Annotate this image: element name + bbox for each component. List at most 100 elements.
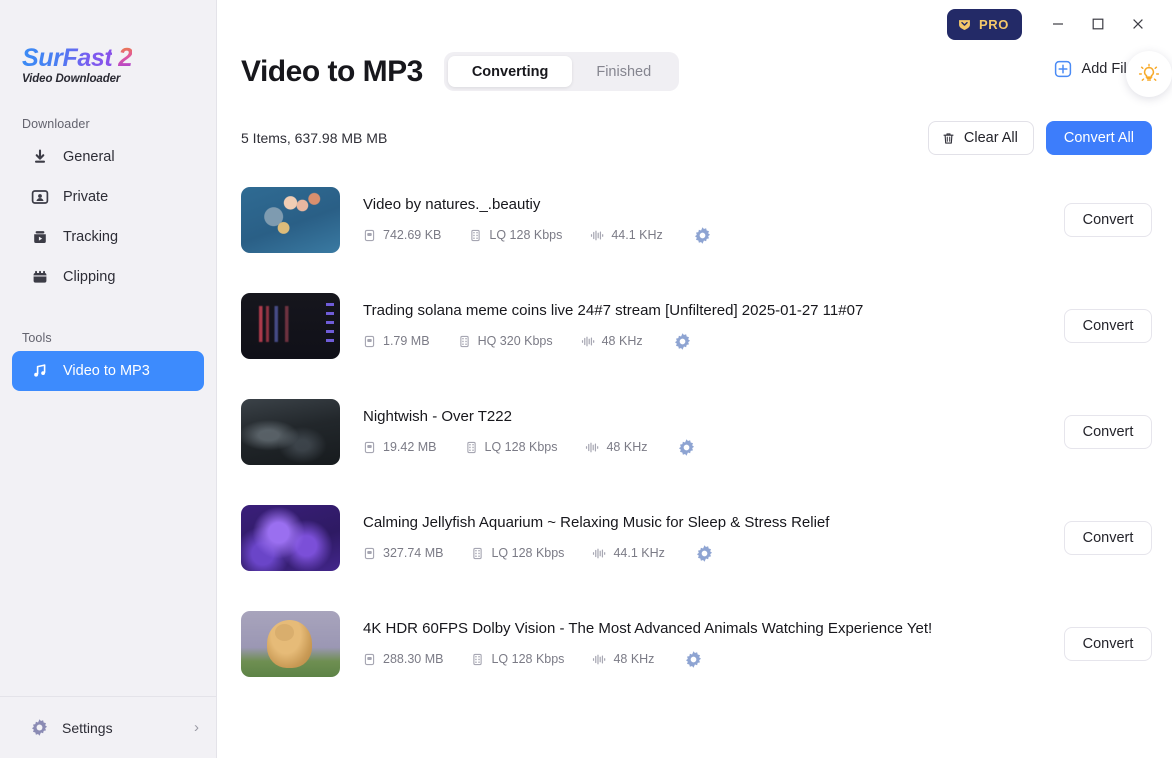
samplerate-meta: 48 KHz [585, 440, 647, 454]
app-window: SurFast 2 Video Downloader Downloader Ge… [0, 0, 1172, 758]
row-title: Calming Jellyfish Aquarium ~ Relaxing Mu… [363, 513, 830, 531]
sidebar-item-settings[interactable]: Settings › [0, 696, 217, 758]
row-settings-gear-icon[interactable] [695, 544, 714, 563]
sidebar-item-video-to-mp3-label: Video to MP3 [63, 363, 150, 379]
header-actions: Add Files [1044, 51, 1172, 97]
minimize-button[interactable] [1038, 6, 1078, 42]
waveform-icon [585, 441, 599, 454]
samplerate-meta: 48 KHz [581, 334, 643, 348]
row-title: 4K HDR 60FPS Dolby Vision - The Most Adv… [363, 619, 933, 637]
pro-upgrade-button[interactable]: PRO [947, 8, 1022, 40]
video-thumbnail [241, 611, 340, 677]
row-details: 4K HDR 60FPS Dolby Vision - The Most Adv… [363, 620, 1046, 669]
tab-finished[interactable]: Finished [572, 56, 675, 87]
sidebar-section-tools-label: Tools [22, 331, 52, 345]
list-toolbar-actions: Clear All Convert All [927, 121, 1152, 155]
file-size-icon [363, 335, 376, 348]
logo-brand-text: SurFast [22, 44, 113, 72]
convert-button[interactable]: Convert [1064, 627, 1152, 661]
file-size-meta: 742.69 KB [363, 228, 441, 242]
window-titlebar: PRO [217, 0, 1172, 48]
bitrate-value: LQ 128 Kbps [484, 440, 558, 454]
bitrate-value: LQ 128 Kbps [491, 652, 565, 666]
table-row[interactable]: Trading solana meme coins live 24#7 stre… [241, 273, 1152, 379]
sidebar-item-private[interactable]: Private [12, 177, 204, 217]
table-row[interactable]: 4K HDR 60FPS Dolby Vision - The Most Adv… [241, 591, 1152, 697]
row-settings-gear-icon[interactable] [677, 438, 696, 457]
clear-all-button[interactable]: Clear All [927, 121, 1034, 155]
bitrate-meta: LQ 128 Kbps [465, 440, 558, 454]
conversion-list: Video by natures._.beautiy 742.69 KB LQ … [217, 167, 1172, 697]
waveform-icon [592, 653, 606, 666]
waveform-icon [592, 547, 606, 560]
chevron-right-icon: › [194, 719, 199, 736]
row-title: Trading solana meme coins live 24#7 stre… [363, 301, 864, 319]
file-size-icon [363, 547, 376, 560]
film-strip-icon [458, 335, 471, 348]
samplerate-meta: 48 KHz [592, 652, 654, 666]
samplerate-value: 48 KHz [601, 334, 643, 348]
page-title: Video to MP3 [241, 54, 423, 88]
convert-button[interactable]: Convert [1064, 415, 1152, 449]
trash-icon [941, 131, 956, 146]
lightbulb-icon [1138, 63, 1160, 85]
sidebar-item-clipping[interactable]: Clipping [12, 257, 204, 297]
main-content: PRO Video to MP3 Converting Finished Add… [217, 0, 1172, 758]
file-size-meta: 327.74 MB [363, 546, 443, 560]
table-row[interactable]: Nightwish - Over T222 19.42 MB LQ 128 Kb… [241, 379, 1152, 485]
convert-button[interactable]: Convert [1064, 521, 1152, 555]
sidebar-item-tracking[interactable]: Tracking [12, 217, 204, 257]
convert-all-label: Convert All [1063, 130, 1134, 146]
private-person-icon [30, 188, 49, 207]
samplerate-meta: 44.1 KHz [590, 228, 663, 242]
row-title: Video by natures._.beautiy [363, 195, 541, 213]
bitrate-value: LQ 128 Kbps [491, 546, 565, 560]
sidebar-section-downloader-label: Downloader [22, 117, 90, 131]
bitrate-value: LQ 128 Kbps [489, 228, 563, 242]
video-thumbnail [241, 293, 340, 359]
file-size-icon [363, 229, 376, 242]
row-details: Trading solana meme coins live 24#7 stre… [363, 302, 1046, 351]
samplerate-value: 48 KHz [606, 440, 648, 454]
maximize-button[interactable] [1078, 6, 1118, 42]
waveform-icon [581, 335, 595, 348]
row-settings-gear-icon[interactable] [673, 332, 692, 351]
convert-all-button[interactable]: Convert All [1045, 121, 1152, 155]
video-thumbnail [241, 505, 340, 571]
file-size-value: 19.42 MB [383, 440, 437, 454]
tab-group: Converting Finished [443, 52, 680, 91]
file-size-value: 1.79 MB [383, 334, 430, 348]
row-settings-gear-icon[interactable] [684, 650, 703, 669]
items-summary: 5 Items, 637.98 MB MB [241, 130, 388, 146]
pro-crown-icon [957, 17, 972, 32]
film-strip-icon [465, 441, 478, 454]
convert-button[interactable]: Convert [1064, 203, 1152, 237]
file-size-value: 742.69 KB [383, 228, 442, 242]
row-meta: 327.74 MB LQ 128 Kbps 44.1 KHz [363, 544, 1046, 563]
row-settings-gear-icon[interactable] [693, 226, 712, 245]
sidebar-item-general[interactable]: General [12, 137, 204, 177]
close-button[interactable] [1118, 6, 1158, 42]
row-details: Calming Jellyfish Aquarium ~ Relaxing Mu… [363, 514, 1046, 563]
list-toolbar: 5 Items, 637.98 MB MB Clear All Convert … [217, 121, 1172, 155]
video-thumbnail [241, 187, 340, 253]
file-size-meta: 1.79 MB [363, 334, 430, 348]
table-row[interactable]: Video by natures._.beautiy 742.69 KB LQ … [241, 167, 1152, 273]
sidebar-item-video-to-mp3[interactable]: Video to MP3 [12, 351, 204, 391]
tips-button[interactable] [1126, 51, 1172, 97]
clipping-film-icon [30, 268, 49, 287]
tracking-video-icon [30, 228, 49, 247]
sidebar: SurFast 2 Video Downloader Downloader Ge… [0, 0, 217, 758]
table-row[interactable]: Calming Jellyfish Aquarium ~ Relaxing Mu… [241, 485, 1152, 591]
samplerate-meta: 44.1 KHz [592, 546, 665, 560]
file-size-icon [363, 441, 376, 454]
convert-button[interactable]: Convert [1064, 309, 1152, 343]
tab-converting[interactable]: Converting [447, 56, 573, 87]
sidebar-item-tracking-label: Tracking [63, 229, 119, 245]
clear-all-label: Clear All [963, 130, 1018, 146]
row-meta: 742.69 KB LQ 128 Kbps 44.1 KHz [363, 226, 1046, 245]
row-details: Video by natures._.beautiy 742.69 KB LQ … [363, 196, 1046, 245]
row-meta: 19.42 MB LQ 128 Kbps 48 KHz [363, 438, 1046, 457]
file-size-value: 327.74 MB [383, 546, 444, 560]
film-strip-icon [471, 547, 484, 560]
